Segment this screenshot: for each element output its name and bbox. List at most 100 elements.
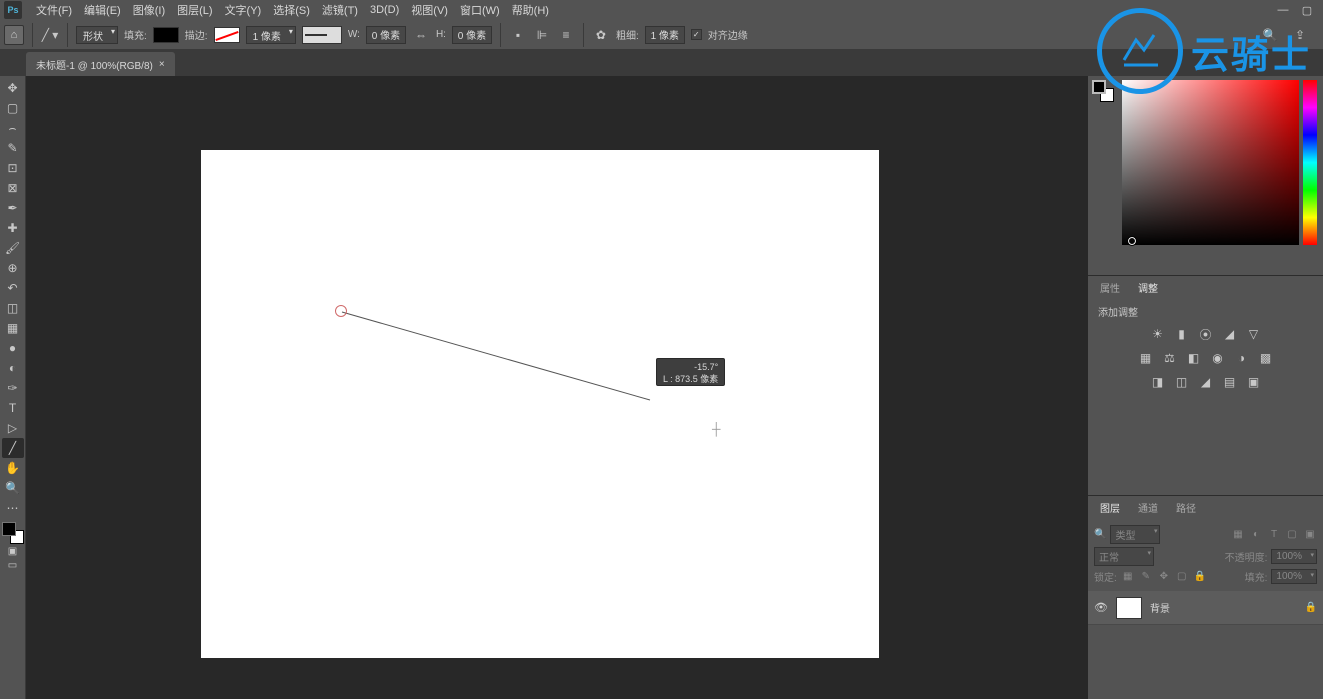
menu-layer[interactable]: 图层(L) <box>171 0 218 20</box>
clone-tool[interactable]: ⊕ <box>2 258 24 278</box>
move-tool[interactable]: ✥ <box>2 78 24 98</box>
adj-photofilter-icon[interactable]: ◉ <box>1209 349 1227 367</box>
history-brush-tool[interactable]: ↶ <box>2 278 24 298</box>
menu-help[interactable]: 帮助(H) <box>506 0 555 20</box>
quick-select-tool[interactable]: ✎ <box>2 138 24 158</box>
menu-image[interactable]: 图像(I) <box>127 0 171 20</box>
lock-all-icon[interactable]: 🔒 <box>1193 570 1207 584</box>
adj-channelmixer-icon[interactable]: ◑ <box>1233 349 1251 367</box>
adj-bw-icon[interactable]: ◧ <box>1185 349 1203 367</box>
search-small-icon[interactable]: 🔍 <box>1094 529 1106 540</box>
healing-tool[interactable]: ✚ <box>2 218 24 238</box>
search-icon[interactable]: 🔍 <box>1261 26 1279 44</box>
tab-properties[interactable]: 属性 <box>1092 277 1128 298</box>
tab-paths[interactable]: 路径 <box>1168 497 1204 518</box>
lock-position-icon[interactable]: ✎ <box>1139 570 1153 584</box>
tab-adjustments[interactable]: 调整 <box>1130 277 1166 298</box>
document-tab[interactable]: 未标题-1 @ 100%(RGB/8) × <box>26 52 175 76</box>
adj-invert-icon[interactable]: ◨ <box>1149 373 1167 391</box>
align-edges-checkbox[interactable]: ✓ <box>691 29 702 40</box>
link-wh-icon[interactable]: ⇔ <box>412 26 430 44</box>
adj-brightness-icon[interactable]: ☀ <box>1149 325 1167 343</box>
stroke-color-swatch[interactable] <box>214 27 240 43</box>
menu-edit[interactable]: 编辑(E) <box>78 0 127 20</box>
eyedropper-tool[interactable]: ✒ <box>2 198 24 218</box>
path-ops-icon[interactable]: ▪ <box>509 26 527 44</box>
panel-fg-swatch[interactable] <box>1092 80 1106 94</box>
adj-colorlookup-icon[interactable]: ▩ <box>1257 349 1275 367</box>
adj-exposure-icon[interactable]: ◢ <box>1221 325 1239 343</box>
lock-artboard-icon[interactable]: ✥ <box>1157 570 1171 584</box>
layer-visibility-icon[interactable]: 👁 <box>1094 601 1108 614</box>
dodge-tool[interactable]: ◐ <box>2 358 24 378</box>
eraser-tool[interactable]: ◫ <box>2 298 24 318</box>
adj-curves-icon[interactable]: ⦿ <box>1197 325 1215 343</box>
screenmode-icon[interactable]: ▭ <box>2 558 24 572</box>
edit-toolbar[interactable]: ⋯ <box>2 498 24 518</box>
layer-item-background[interactable]: 👁 背景 🔒 <box>1088 591 1323 625</box>
menu-3d[interactable]: 3D(D) <box>364 2 405 18</box>
tab-layers[interactable]: 图层 <box>1092 497 1128 518</box>
filter-smart-icon[interactable]: ▣ <box>1303 528 1317 542</box>
home-icon[interactable]: ⌂ <box>4 25 24 45</box>
brush-tool[interactable]: 🖌 <box>2 238 24 258</box>
menu-file[interactable]: 文件(F) <box>30 0 78 20</box>
width-input[interactable] <box>366 26 406 44</box>
adj-levels-icon[interactable]: ▮ <box>1173 325 1191 343</box>
zoom-tool[interactable]: 🔍 <box>2 478 24 498</box>
opacity-dropdown[interactable]: 100% <box>1271 549 1317 564</box>
adj-vibrance-icon[interactable]: ▽ <box>1245 325 1263 343</box>
adj-selectivecolor-icon[interactable]: ▣ <box>1245 373 1263 391</box>
menu-select[interactable]: 选择(S) <box>267 0 316 20</box>
filter-image-icon[interactable]: ▦ <box>1231 528 1245 542</box>
menu-window[interactable]: 窗口(W) <box>454 0 506 20</box>
menu-type[interactable]: 文字(Y) <box>219 0 268 20</box>
filter-shape-icon[interactable]: ▢ <box>1285 528 1299 542</box>
quickmask-toggle[interactable]: ▣ <box>2 544 24 558</box>
fill-dropdown[interactable]: 100% <box>1271 569 1317 584</box>
frame-tool[interactable]: ⊠ <box>2 178 24 198</box>
menu-view[interactable]: 视图(V) <box>405 0 454 20</box>
gradient-tool[interactable]: ▦ <box>2 318 24 338</box>
color-saturation-field[interactable] <box>1122 80 1299 245</box>
path-options-icon[interactable]: ✿ <box>592 26 610 44</box>
share-icon[interactable]: ⇪ <box>1291 26 1309 44</box>
lock-pixels-icon[interactable]: ▦ <box>1121 570 1135 584</box>
lock-nest-icon[interactable]: ▢ <box>1175 570 1189 584</box>
hue-slider[interactable] <box>1303 80 1317 245</box>
height-input[interactable] <box>452 26 492 44</box>
line-shape-tool[interactable]: ╱ <box>2 438 24 458</box>
path-arrange-icon[interactable]: ≡ <box>557 26 575 44</box>
pen-tool[interactable]: ✑ <box>2 378 24 398</box>
blur-tool[interactable]: ● <box>2 338 24 358</box>
tool-mode-dropdown[interactable]: 形状 <box>76 26 118 44</box>
stroke-style-dropdown[interactable] <box>302 26 342 44</box>
maximize-icon[interactable]: ▢ <box>1295 4 1319 17</box>
blend-mode-dropdown[interactable]: 正常 <box>1094 547 1154 566</box>
adj-gradientmap-icon[interactable]: ▤ <box>1221 373 1239 391</box>
layer-thumbnail[interactable] <box>1116 597 1142 619</box>
crop-tool[interactable]: ⊡ <box>2 158 24 178</box>
lasso-tool[interactable]: ⌢ <box>2 118 24 138</box>
adj-colorbalance-icon[interactable]: ⚖ <box>1161 349 1179 367</box>
document-canvas[interactable] <box>201 150 879 658</box>
canvas-area[interactable]: -15.7° L : 873.5 像素 ┼ <box>26 76 1088 699</box>
foreground-color-swatch[interactable] <box>2 522 16 536</box>
adj-hue-icon[interactable]: ▦ <box>1137 349 1155 367</box>
stroke-width-dropdown[interactable]: 1 像素 <box>246 26 296 44</box>
close-icon[interactable]: × <box>159 59 165 70</box>
filter-adjust-icon[interactable]: ◐ <box>1249 528 1263 542</box>
marquee-tool[interactable]: ▢ <box>2 98 24 118</box>
line-tool-preset-icon[interactable]: ╱ ▾ <box>41 26 59 44</box>
path-align-icon[interactable]: ⊫ <box>533 26 551 44</box>
path-select-tool[interactable]: ▷ <box>2 418 24 438</box>
hand-tool[interactable]: ✋ <box>2 458 24 478</box>
fill-color-swatch[interactable] <box>153 27 179 43</box>
minimize-icon[interactable]: — <box>1271 4 1295 17</box>
layer-filter-dropdown[interactable]: 类型 <box>1110 525 1160 544</box>
adj-posterize-icon[interactable]: ◫ <box>1173 373 1191 391</box>
adj-threshold-icon[interactable]: ◢ <box>1197 373 1215 391</box>
menu-filter[interactable]: 滤镜(T) <box>316 0 364 20</box>
tab-channels[interactable]: 通道 <box>1130 497 1166 518</box>
type-tool[interactable]: T <box>2 398 24 418</box>
